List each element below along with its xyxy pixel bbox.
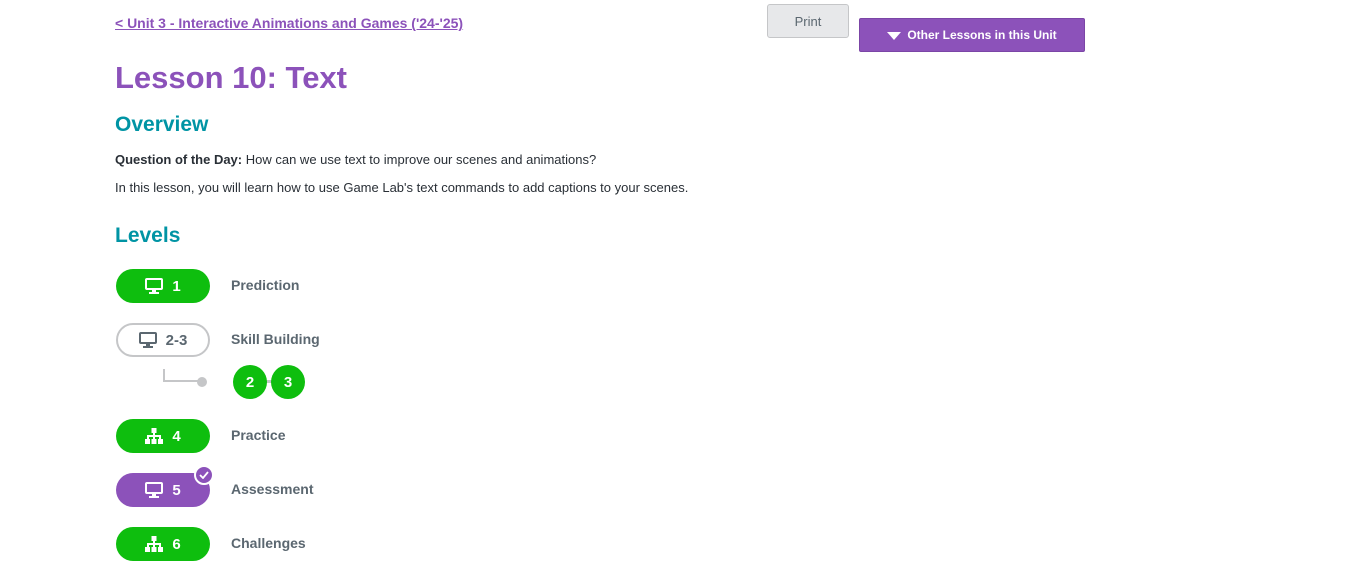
level-bubble-6[interactable]: 6 [116,527,210,561]
sublevel-connector [163,369,199,382]
level-label-assessment[interactable]: Assessment [231,481,314,497]
level-label-prediction[interactable]: Prediction [231,277,299,293]
level-bubble-1[interactable]: 1 [116,269,210,303]
lesson-page: < Unit 3 - Interactive Animations and Ga… [0,0,1368,584]
question-of-the-day: Question of the Day: How can we use text… [115,152,596,167]
monitor-icon [145,278,164,294]
monitor-icon [145,482,164,498]
level-row-assessment: 5 Assessment [116,465,314,507]
sitemap-icon [145,536,164,552]
sublevel-connector-dot [197,377,207,387]
sublevel-bubble-2[interactable]: 2 [233,365,267,399]
level-label-practice[interactable]: Practice [231,427,285,443]
level-row-challenges: 6 Challenges [116,527,306,561]
levels-heading: Levels [115,224,181,247]
level-row-prediction: 1 Prediction [116,269,299,303]
level-number: 4 [172,427,181,445]
caret-down-icon [887,31,902,40]
monitor-icon [138,332,157,348]
level-number: 1 [172,277,181,295]
level-label-skill-building[interactable]: Skill Building [231,331,320,347]
level-bubble-5[interactable]: 5 [116,465,214,507]
lesson-title: Lesson 10: Text [115,60,348,95]
level-number: 5 [172,481,181,499]
checkmark-icon [194,465,214,485]
level-row-skill-building: 2-3 Skill Building [116,323,320,357]
other-lessons-dropdown-button[interactable]: Other Lessons in this Unit [859,18,1085,52]
level-row-practice: 4 Practice [116,419,285,453]
sitemap-icon [145,428,164,444]
level-number: 6 [172,535,181,553]
print-button[interactable]: Print [767,4,849,38]
level-bubble-4[interactable]: 4 [116,419,210,453]
qotd-text: How can we use text to improve our scene… [242,152,597,167]
other-lessons-label: Other Lessons in this Unit [907,28,1057,42]
unit-back-link[interactable]: < Unit 3 - Interactive Animations and Ga… [115,15,463,31]
sublevel-bubble-3[interactable]: 3 [271,365,305,399]
qotd-label: Question of the Day: [115,152,243,167]
level-number: 2-3 [165,331,188,349]
level-bubble-2-3[interactable]: 2-3 [116,323,210,357]
lesson-description: In this lesson, you will learn how to us… [115,180,689,195]
overview-heading: Overview [115,113,209,136]
level-label-challenges[interactable]: Challenges [231,535,306,551]
